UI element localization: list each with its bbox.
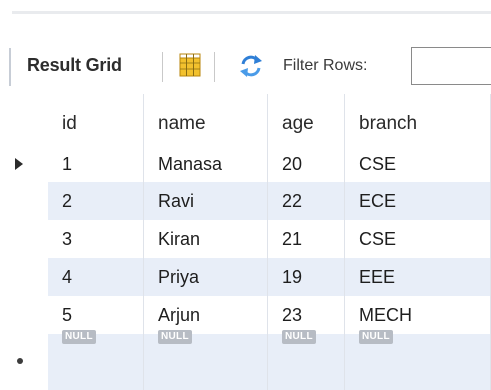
row-selector[interactable] — [0, 258, 48, 296]
column-header-name[interactable]: name — [144, 94, 268, 146]
grid-header-row: id name age branch — [0, 94, 491, 146]
toolbar-edge — [9, 48, 11, 86]
table-row[interactable]: 3 Kiran 21 CSE — [0, 220, 491, 258]
column-header-branch[interactable]: branch — [345, 94, 491, 146]
row-selector[interactable] — [0, 146, 48, 182]
cell-age[interactable]: 20 — [268, 146, 345, 182]
table-row[interactable]: 2 Ravi 22 ECE — [0, 182, 491, 220]
cell-branch[interactable]: EEE — [345, 258, 491, 296]
null-badge: NULL — [62, 330, 96, 344]
row-selector[interactable] — [0, 334, 48, 390]
new-row-marker-icon — [17, 358, 23, 364]
top-border — [12, 11, 491, 14]
cell-age[interactable]: 21 — [268, 220, 345, 258]
cell-name[interactable]: Priya — [144, 258, 268, 296]
row-selector[interactable] — [0, 182, 48, 220]
cell-name[interactable]: Kiran — [144, 220, 268, 258]
null-badge: NULL — [359, 330, 393, 344]
cell-id[interactable]: 1 — [48, 146, 144, 182]
cell-id[interactable]: 5 — [48, 296, 144, 334]
cell-id[interactable]: 3 — [48, 220, 144, 258]
result-grid-panel: Result Grid Filter Rows: id name age bra… — [0, 0, 491, 390]
cell-branch[interactable]: CSE — [345, 146, 491, 182]
filter-rows-label: Filter Rows: — [283, 57, 368, 74]
cell-id[interactable]: NULL — [48, 330, 144, 390]
column-header-id[interactable]: id — [48, 94, 144, 146]
row-selector[interactable] — [0, 296, 48, 334]
table-row[interactable]: 4 Priya 19 EEE — [0, 258, 491, 296]
table-row[interactable]: 1 Manasa 20 CSE — [0, 146, 491, 182]
current-row-arrow-icon — [15, 158, 23, 170]
cell-age[interactable]: 22 — [268, 182, 345, 220]
table-row[interactable]: 5 Arjun 23 MECH — [0, 296, 491, 334]
cell-branch[interactable]: NULL — [345, 330, 491, 390]
cell-age[interactable]: 23 — [268, 296, 345, 334]
cell-branch[interactable]: MECH — [345, 296, 491, 334]
row-selector[interactable] — [0, 220, 48, 258]
cell-age[interactable]: NULL — [268, 330, 345, 390]
refresh-icon[interactable] — [237, 54, 265, 78]
column-header-age[interactable]: age — [268, 94, 345, 146]
toolbar-separator — [162, 52, 163, 82]
cell-branch[interactable]: CSE — [345, 220, 491, 258]
cell-name[interactable]: Manasa — [144, 146, 268, 182]
grid-layout-icon[interactable] — [177, 52, 203, 78]
new-row[interactable]: NULL NULL NULL NULL — [0, 330, 491, 390]
cell-id[interactable]: 4 — [48, 258, 144, 296]
row-header-gutter — [0, 94, 48, 146]
cell-branch[interactable]: ECE — [345, 182, 491, 220]
null-badge: NULL — [282, 330, 316, 344]
result-toolbar: Result Grid Filter Rows: — [0, 40, 491, 94]
null-badge: NULL — [158, 330, 192, 344]
result-grid-tab[interactable]: Result Grid — [27, 55, 122, 76]
cell-id[interactable]: 2 — [48, 182, 144, 220]
cell-name[interactable]: NULL — [144, 330, 268, 390]
filter-rows-input[interactable] — [411, 47, 491, 85]
cell-name[interactable]: Ravi — [144, 182, 268, 220]
cell-age[interactable]: 19 — [268, 258, 345, 296]
toolbar-separator — [214, 52, 215, 82]
cell-name[interactable]: Arjun — [144, 296, 268, 334]
